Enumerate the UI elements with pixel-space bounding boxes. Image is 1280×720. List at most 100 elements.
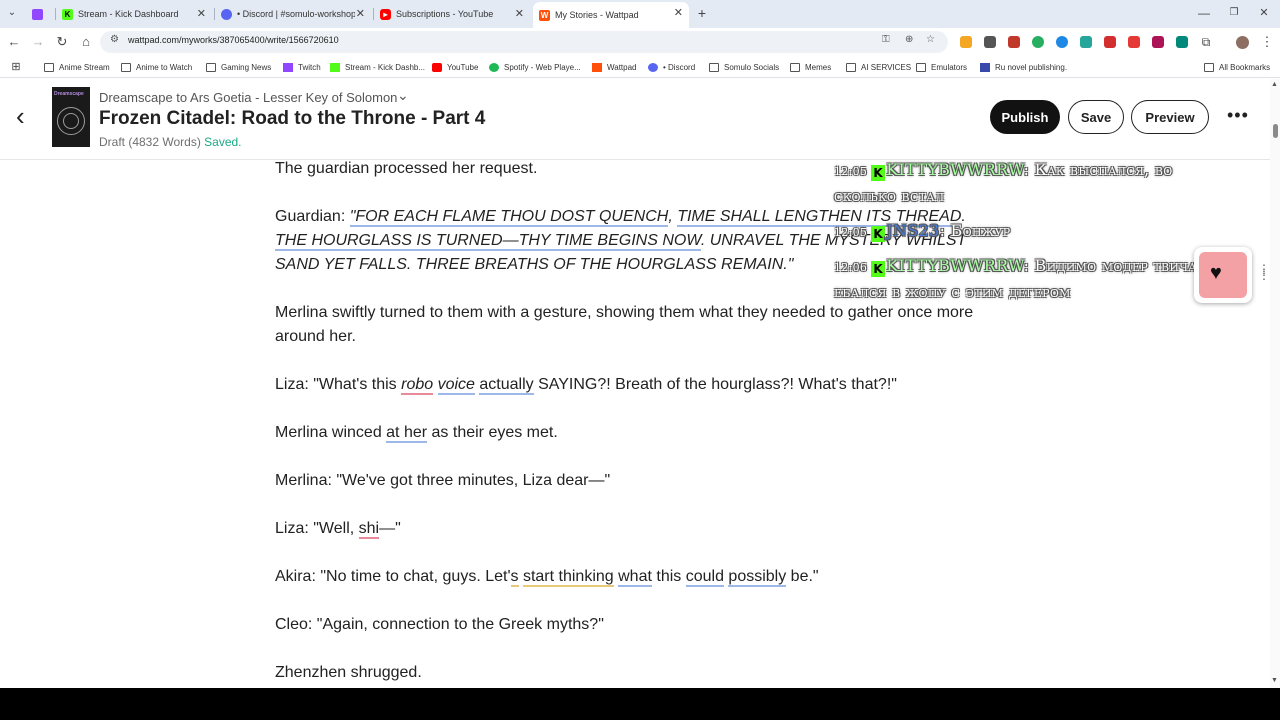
paragraph[interactable]: Merlina swiftly turned to them with a ge… xyxy=(275,301,975,349)
preview-button[interactable]: Preview xyxy=(1131,100,1209,134)
tab-discord[interactable]: • Discord | #somulo-workshop ✕ xyxy=(221,3,371,25)
cover-title: Dreamscape xyxy=(54,91,84,97)
bookmark-spotify[interactable]: Spotify - Web Playe... xyxy=(489,61,581,73)
bookmark-anime-to-watch[interactable]: Anime to Watch xyxy=(121,61,192,73)
twitch-icon xyxy=(32,8,43,20)
bookmark-gaming-news[interactable]: Gaming News xyxy=(206,61,271,73)
tab-youtube[interactable]: ▸ Subscriptions - YouTube ✕ xyxy=(380,3,530,25)
bookmark-twitch[interactable]: Twitch xyxy=(283,61,321,73)
publish-button[interactable]: Publish xyxy=(990,100,1060,134)
tab-kick-dashboard[interactable]: K Stream - Kick Dashboard ✕ xyxy=(62,3,212,25)
close-window-button[interactable]: ✕ xyxy=(1254,3,1274,23)
scroll-thumb[interactable] xyxy=(1273,124,1278,138)
story-editor[interactable]: The guardian processed her request. Guar… xyxy=(0,160,1270,688)
text-run: start thinking xyxy=(522,568,614,587)
chat-time: 12:05 xyxy=(834,226,868,239)
bookmark-label: Emulators xyxy=(931,62,968,72)
text-run: THE HOURGLASS IS TURNED—THY TIME BEGINS … xyxy=(275,232,701,251)
save-button[interactable]: Save xyxy=(1068,100,1124,134)
story-cover[interactable]: Dreamscape xyxy=(52,87,90,147)
back-arrow-icon[interactable]: ← xyxy=(4,32,24,52)
extension-icon[interactable] xyxy=(960,36,972,48)
tab-search-icon[interactable]: ⌄ xyxy=(2,3,22,23)
all-bookmarks[interactable]: All Bookmarks xyxy=(1204,61,1270,73)
scroll-down-icon[interactable]: ▼ xyxy=(1271,677,1278,684)
bookmark-somulo-socials[interactable]: Somulo Socials xyxy=(709,61,779,73)
bookmark-ai-services[interactable]: AI SERVICES xyxy=(846,61,911,73)
more-options-icon[interactable]: ••• xyxy=(1227,105,1249,126)
zoom-icon[interactable]: ⊕ xyxy=(905,34,913,45)
bookmark-ru-novel[interactable]: Ru novel publishing. xyxy=(980,61,1067,73)
chat-message: 12:05 K KITTYBWWRRW: Как выспался, во xyxy=(834,160,1173,181)
bookmark-label: YouTube xyxy=(447,62,479,72)
restore-button[interactable]: ❐ xyxy=(1224,3,1244,23)
bookmark-label: Anime to Watch xyxy=(136,62,193,72)
avatar[interactable] xyxy=(1236,36,1249,49)
bookmark-anime-stream[interactable]: Anime Stream xyxy=(44,61,110,73)
extension-icon[interactable] xyxy=(1056,36,1068,48)
kick-icon xyxy=(330,62,340,72)
text-run: s xyxy=(510,568,519,587)
paragraph[interactable]: Akira: "No time to chat, guys. Let's sta… xyxy=(275,565,975,589)
address-bar[interactable]: ⚙ wattpad.com/myworks/387065400/write/15… xyxy=(100,31,948,53)
paragraph[interactable]: Cleo: "Again, connection to the Greek my… xyxy=(275,613,975,637)
chat-user: KITTYBWWRRW xyxy=(886,160,1024,179)
floating-extension-button[interactable]: ♥ xyxy=(1194,247,1252,303)
extension-icon[interactable] xyxy=(1152,36,1164,48)
bookmark-youtube[interactable]: YouTube xyxy=(432,61,478,73)
chevron-down-icon[interactable]: ⌄ xyxy=(397,87,409,104)
bookmark-memes[interactable]: Memes xyxy=(790,61,831,73)
scrollbar[interactable]: ▲ ▼ xyxy=(1270,79,1280,688)
puzzle-icon[interactable]: ⧉ xyxy=(1196,32,1216,52)
url-text[interactable]: wattpad.com/myworks/387065400/write/1566… xyxy=(128,35,339,45)
close-icon[interactable]: ✕ xyxy=(674,6,683,19)
reload-icon[interactable]: ↻ xyxy=(52,32,72,52)
back-chevron-icon[interactable]: ‹ xyxy=(16,101,25,132)
text-run: SAYING?! Breath of the hourglass?! What'… xyxy=(533,376,897,393)
chat-message-cont: ебался в жопу с этим дегером xyxy=(834,282,1071,301)
word-count: Draft (4832 Words) xyxy=(99,135,201,149)
part-title[interactable]: Frozen Citadel: Road to the Throne - Par… xyxy=(99,108,485,130)
extension-icon[interactable] xyxy=(1176,36,1188,48)
bookmark-kick[interactable]: Stream - Kick Dashb... xyxy=(330,61,425,73)
apps-grid-icon[interactable]: ⊞ xyxy=(6,57,26,77)
close-icon[interactable]: ✕ xyxy=(356,7,365,20)
star-icon[interactable]: ☆ xyxy=(926,34,935,45)
text-run: as their eyes met. xyxy=(427,424,558,441)
minimize-button[interactable]: — xyxy=(1194,3,1214,23)
menu-dots-icon[interactable]: ⋮ xyxy=(1257,32,1277,52)
close-icon[interactable]: ✕ xyxy=(197,7,206,20)
extension-icon[interactable] xyxy=(1032,36,1044,48)
bookmark-emulators[interactable]: Emulators xyxy=(916,61,967,73)
site-info-icon[interactable]: ⚙ xyxy=(110,34,119,45)
paragraph[interactable]: Liza: "What's this robo voice actually S… xyxy=(275,373,975,397)
navigation-bar: ← → ↻ ⌂ ⚙ wattpad.com/myworks/387065400/… xyxy=(0,28,1280,56)
new-tab-button[interactable]: + xyxy=(692,3,712,23)
scroll-up-icon[interactable]: ▲ xyxy=(1271,81,1278,88)
extension-icon[interactable] xyxy=(1128,36,1140,48)
password-key-icon[interactable]: ⚿ xyxy=(882,34,890,45)
paragraph[interactable]: Merlina winced at her as their eyes met. xyxy=(275,421,975,445)
text-run: voice xyxy=(437,376,475,395)
bookmark-label: Gaming News xyxy=(221,62,272,72)
extension-icon[interactable] xyxy=(1008,36,1020,48)
extension-icon[interactable] xyxy=(1104,36,1116,48)
twitch-icon xyxy=(283,62,293,72)
forward-arrow-icon[interactable]: → xyxy=(28,32,48,52)
extension-icon[interactable] xyxy=(984,36,996,48)
bookmark-discord[interactable]: • Discord xyxy=(648,61,695,73)
story-title[interactable]: Dreamscape to Ars Goetia - Lesser Key of… xyxy=(99,90,397,105)
tab-pinned-twitch[interactable] xyxy=(32,3,52,25)
youtube-icon xyxy=(432,62,442,72)
bookmark-wattpad[interactable]: Wattpad xyxy=(592,61,637,73)
browser-window: ⌄ K Stream - Kick Dashboard ✕ • Discord … xyxy=(0,0,1280,720)
paragraph[interactable]: Zhenzhen shrugged. xyxy=(275,661,975,685)
home-icon[interactable]: ⌂ xyxy=(76,32,96,52)
tab-wattpad[interactable]: W My Stories - Wattpad ✕ xyxy=(533,2,689,28)
extension-icon[interactable] xyxy=(1080,36,1092,48)
text-run: robo xyxy=(401,376,434,395)
paragraph[interactable]: Merlina: "We've got three minutes, Liza … xyxy=(275,469,975,493)
kick-badge-icon: K xyxy=(871,226,886,242)
close-icon[interactable]: ✕ xyxy=(515,7,524,20)
paragraph[interactable]: Liza: "Well, shi—" xyxy=(275,517,975,541)
